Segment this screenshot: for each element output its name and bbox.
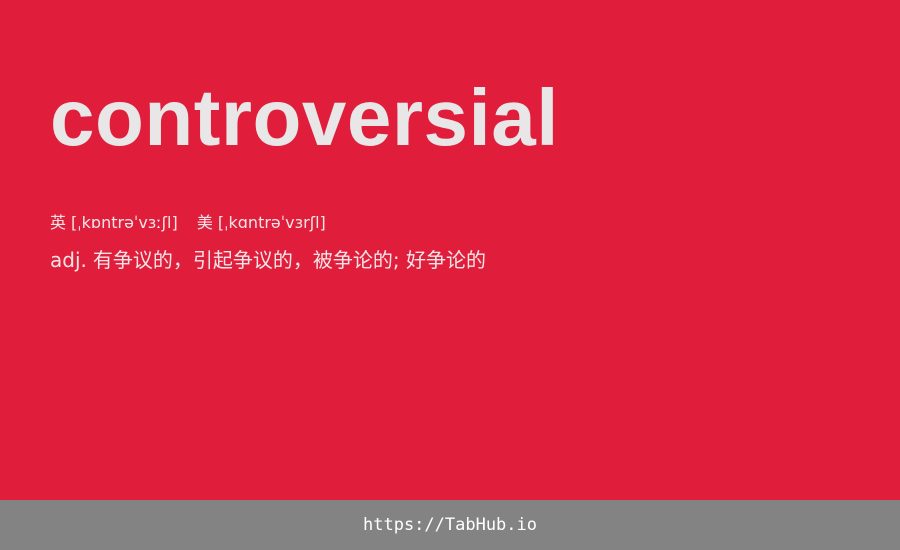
footer-bar: https://TabHub.io xyxy=(0,500,900,550)
us-ipa: [ˌkɑntrəˈvɜrʃl] xyxy=(217,213,326,232)
us-pronunciation: 美 [ˌkɑntrəˈvɜrʃl] xyxy=(197,212,326,234)
uk-label: 英 xyxy=(50,213,67,232)
tabhub-link[interactable]: https://TabHub.io xyxy=(363,515,537,535)
part-of-speech: adj. xyxy=(50,248,87,272)
word-card: controversial 英 [ˌkɒntrəˈvɜːʃl] 美 [ˌkɑntrə… xyxy=(0,0,900,500)
headword: controversial xyxy=(50,73,559,162)
phonetics-row: 英 [ˌkɒntrəˈvɜːʃl] 美 [ˌkɑntrəˈvɜrʃl] xyxy=(50,212,326,234)
uk-ipa: [ˌkɒntrəˈvɜːʃl] xyxy=(71,213,178,232)
us-label: 美 xyxy=(196,213,213,232)
definition: adj. 有争议的，引起争议的，被争论的; 好争论的 xyxy=(50,246,486,274)
uk-pronunciation: 英 [ˌkɒntrəˈvɜːʃl] xyxy=(50,212,178,234)
definition-text: 有争议的，引起争议的，被争论的; 好争论的 xyxy=(92,248,486,272)
